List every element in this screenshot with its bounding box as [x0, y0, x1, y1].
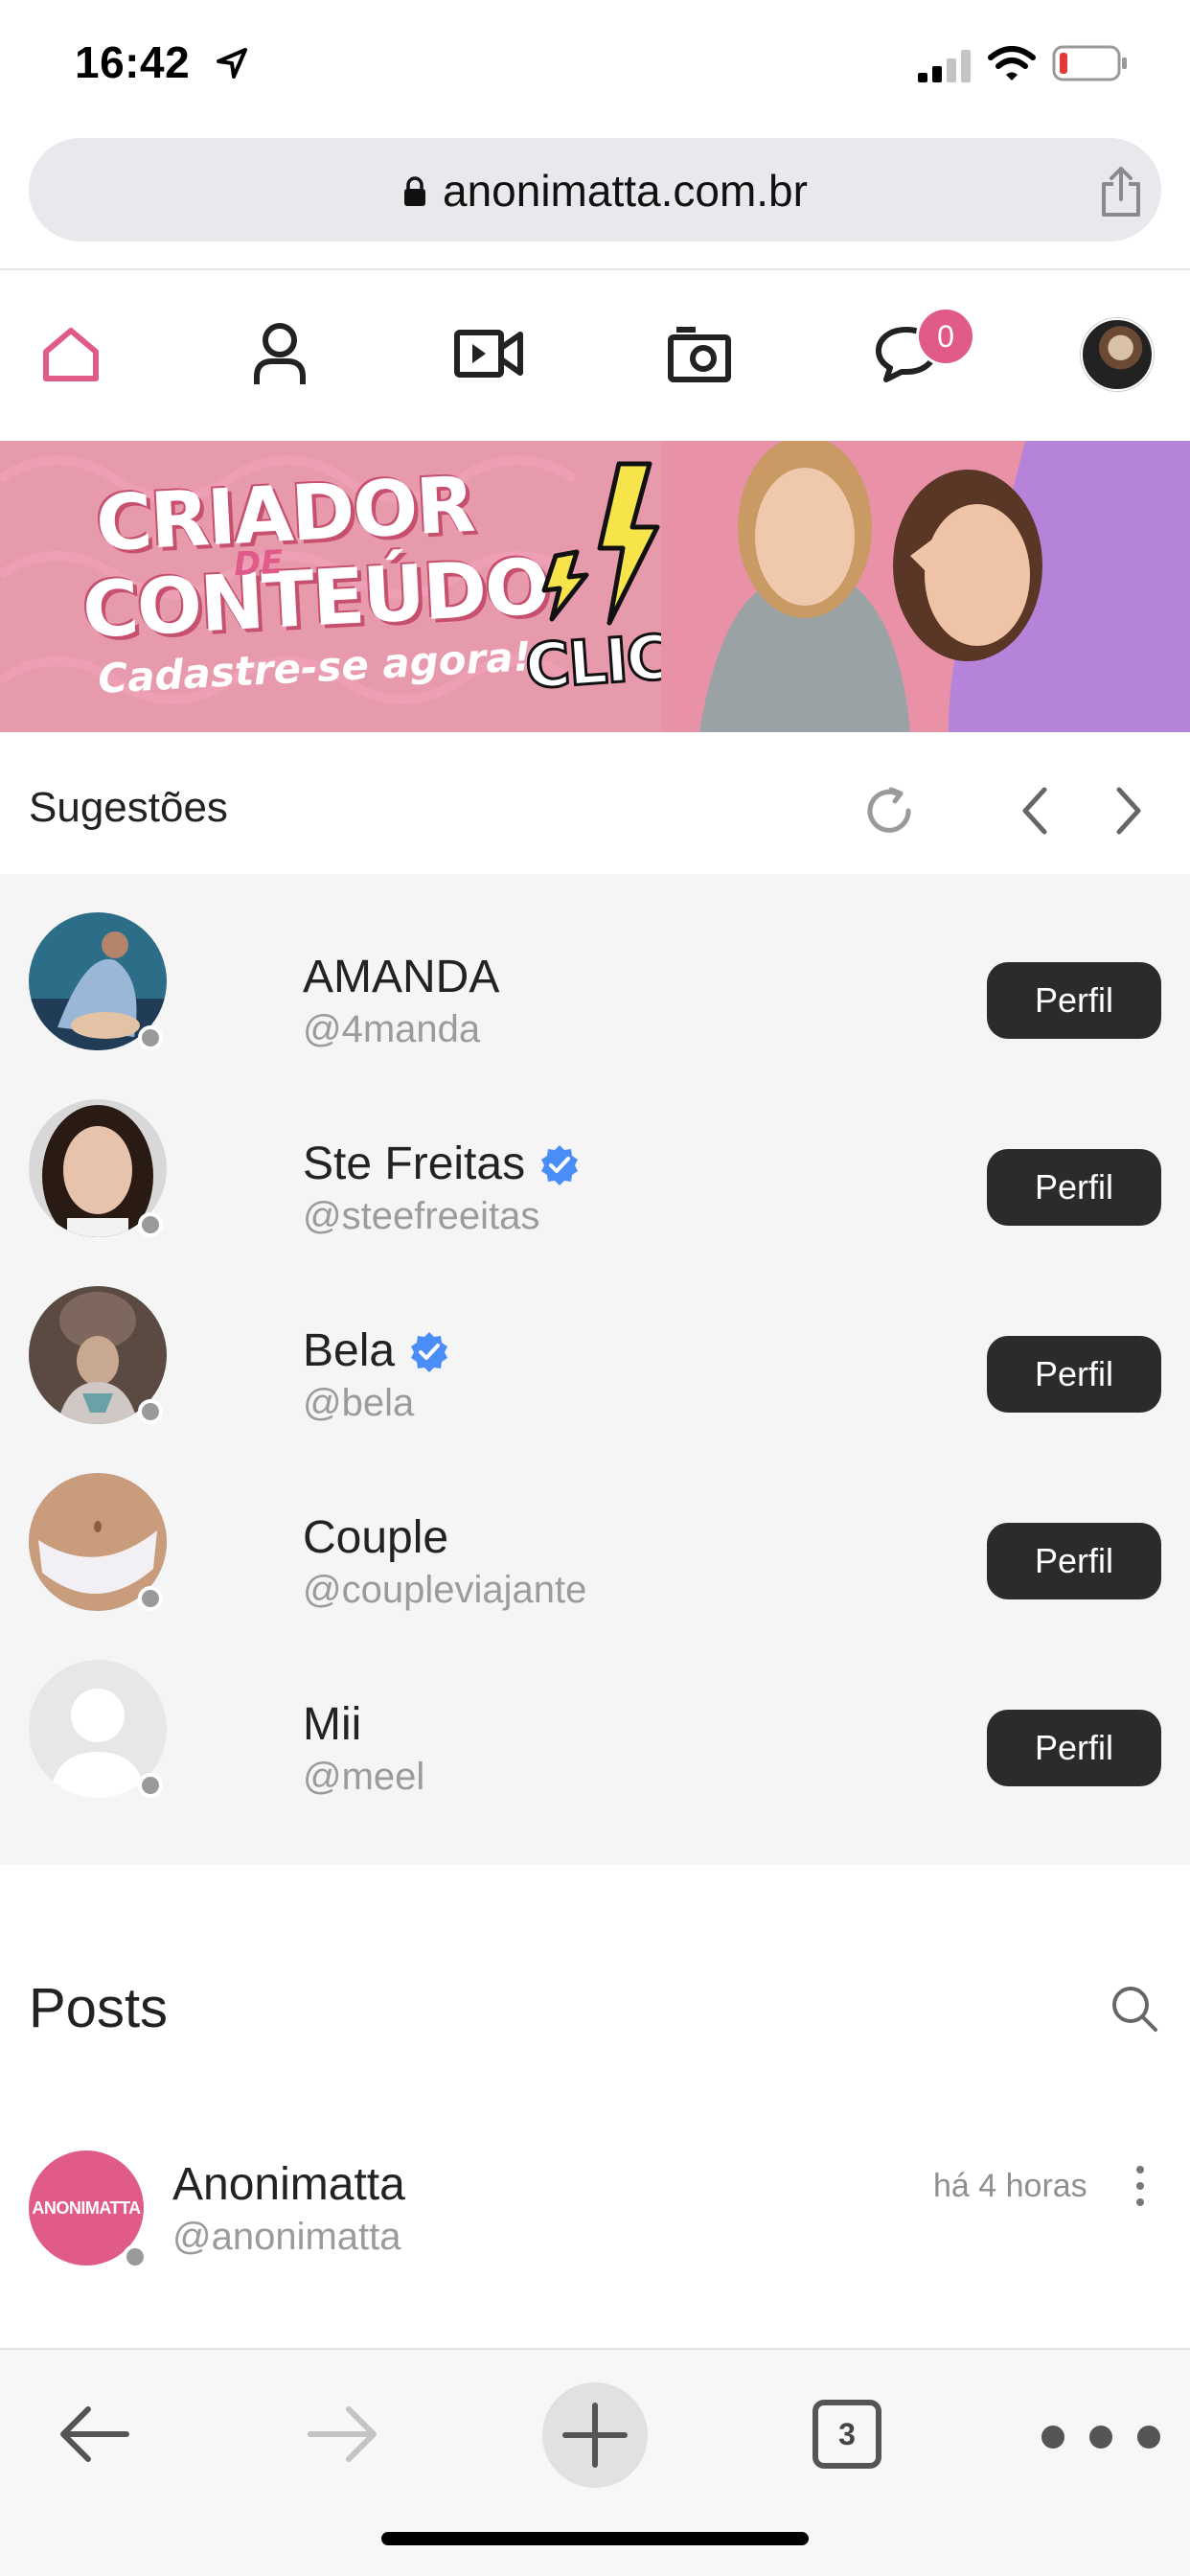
- chevron-left-icon[interactable]: [1016, 784, 1054, 838]
- new-tab-button[interactable]: [542, 2382, 648, 2488]
- suggestion-name: Mii: [303, 1698, 361, 1751]
- refresh-icon[interactable]: [862, 784, 916, 838]
- nav-home[interactable]: [33, 315, 109, 392]
- suggestion-name-text: Mii: [303, 1699, 362, 1750]
- suggestion-row: Couple @coupleviajante Perfil: [0, 1435, 1190, 1622]
- nav-profile[interactable]: [241, 315, 318, 392]
- suggestions-title: Sugestões: [29, 784, 228, 831]
- online-status-dot: [123, 2244, 148, 2269]
- battery-low-icon: [1052, 45, 1127, 81]
- suggestion-handle: @bela: [303, 1382, 415, 1424]
- cellular-signal-icon: [918, 50, 971, 82]
- chevron-right-icon[interactable]: [1110, 784, 1148, 838]
- suggestion-row: Ste Freitas @steefreeitas Perfil: [0, 1061, 1190, 1248]
- online-status-dot: [138, 1586, 163, 1611]
- plus-icon: [562, 2403, 628, 2468]
- suggestion-name: AMANDA: [303, 951, 499, 1003]
- profile-button[interactable]: Perfil: [987, 1710, 1161, 1786]
- nav-photos[interactable]: [661, 315, 738, 392]
- top-nav: 0: [0, 272, 1190, 441]
- suggestions-header: Sugestões: [0, 732, 1190, 874]
- verified-badge-icon: [411, 1331, 448, 1372]
- suggestion-name: Bela: [303, 1324, 450, 1377]
- wifi-icon: [988, 46, 1036, 80]
- status-bar: 16:42: [0, 0, 1190, 125]
- suggestion-row: Mii @meel Perfil: [0, 1622, 1190, 1808]
- suggestion-handle: @4manda: [303, 1008, 481, 1050]
- banner-connector: DE: [232, 542, 285, 585]
- suggestion-name-text: AMANDA: [303, 952, 500, 1002]
- browser-address-area: anonimatta.com.br: [0, 125, 1190, 270]
- more-horizontal-icon[interactable]: [1039, 2423, 1163, 2451]
- suggestion-name: Couple: [303, 1511, 448, 1564]
- post-header: ANONIMATTA Anonimatta @anonimatta há 4 h…: [0, 2128, 1190, 2338]
- status-time: 16:42: [75, 37, 191, 87]
- suggestion-handle: @steefreeitas: [303, 1195, 540, 1237]
- nav-videos[interactable]: [450, 315, 527, 392]
- more-vertical-icon[interactable]: [1131, 2162, 1150, 2210]
- suggestion-name-text: Bela: [303, 1325, 396, 1376]
- post-author-handle: @anonimatta: [172, 2216, 401, 2258]
- suggestion-row: Bela @bela Perfil: [0, 1248, 1190, 1435]
- suggestion-handle: @coupleviajante: [303, 1569, 587, 1611]
- video-camera-icon: [454, 330, 523, 378]
- messages-badge: 0: [916, 307, 975, 366]
- post-timestamp: há 4 horas: [933, 2168, 1087, 2204]
- address-bar[interactable]: anonimatta.com.br: [29, 138, 1161, 242]
- user-avatar[interactable]: [1081, 318, 1154, 391]
- home-indicator[interactable]: [381, 2532, 809, 2545]
- lock-icon: [404, 176, 425, 206]
- online-status-dot: [138, 1773, 163, 1798]
- url-text[interactable]: anonimatta.com.br: [443, 165, 808, 217]
- online-status-dot: [138, 1212, 163, 1237]
- posts-title: Posts: [29, 1977, 169, 2039]
- camera-icon: [668, 327, 731, 382]
- back-arrow-icon[interactable]: [56, 2404, 132, 2465]
- verified-badge-icon: [541, 1144, 579, 1185]
- banner-photo: [661, 441, 1190, 732]
- suggestion-handle: @meel: [303, 1756, 425, 1798]
- promo-banner[interactable]: CRIADOR CONTEÚDO DE Cadastre-se agora! C…: [0, 441, 1190, 732]
- search-icon[interactable]: [1110, 1984, 1159, 2034]
- location-arrow-icon: [217, 48, 247, 79]
- suggestion-name: Ste Freitas: [303, 1138, 581, 1190]
- suggestion-name-text: Couple: [303, 1512, 449, 1563]
- suggestion-row: AMANDA @4manda Perfil: [0, 874, 1190, 1061]
- tabs-button[interactable]: 3: [812, 2400, 881, 2469]
- home-icon: [43, 328, 99, 381]
- profile-button[interactable]: Perfil: [987, 962, 1161, 1039]
- online-status-dot: [138, 1399, 163, 1424]
- suggestions-list: AMANDA @4manda Perfil Ste Freitas @steef…: [0, 874, 1190, 1865]
- profile-button[interactable]: Perfil: [987, 1336, 1161, 1413]
- forward-arrow-icon[interactable]: [305, 2404, 381, 2465]
- share-icon[interactable]: [1098, 165, 1144, 218]
- post-author-name[interactable]: Anonimatta: [172, 2158, 405, 2211]
- profile-button[interactable]: Perfil: [987, 1523, 1161, 1599]
- user-icon: [254, 323, 306, 384]
- profile-button[interactable]: Perfil: [987, 1149, 1161, 1226]
- online-status-dot: [138, 1025, 163, 1050]
- suggestion-name-text: Ste Freitas: [303, 1138, 526, 1189]
